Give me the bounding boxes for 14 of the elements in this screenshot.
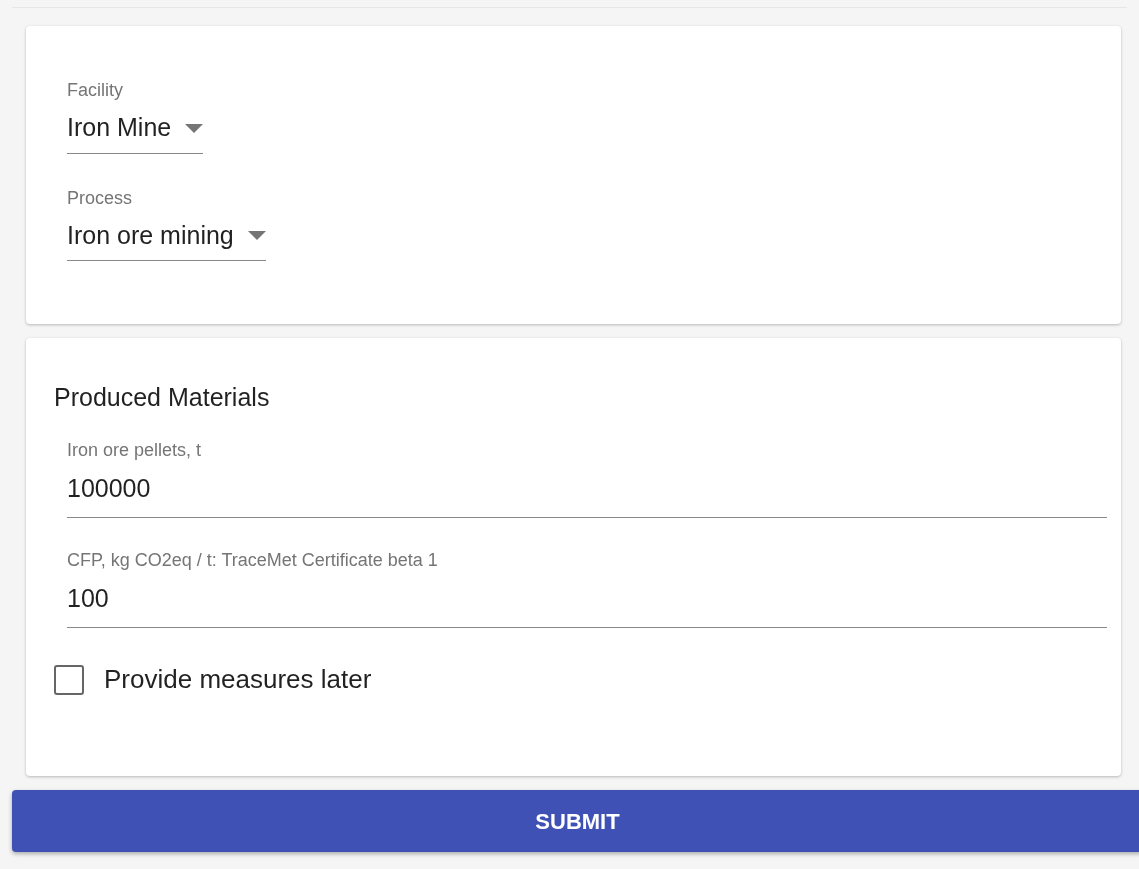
input-field[interactable]: 100000 xyxy=(67,469,1107,519)
checkbox-label: Provide measures later xyxy=(104,663,372,697)
caret-icon xyxy=(247,231,266,241)
submit-button[interactable]: SUBMIT xyxy=(12,790,1139,852)
checkbox[interactable] xyxy=(54,664,84,695)
section-title: Produced Materials xyxy=(54,382,271,412)
field-label: CFP, kg CO2eq / t: TraceMet Certificate beta 1 xyxy=(67,550,439,572)
dropdown-select[interactable]: Iron ore mining xyxy=(67,217,266,262)
field-label: Process xyxy=(67,187,134,210)
field-label: Facility xyxy=(67,80,124,102)
input-field[interactable]: 100 xyxy=(67,579,1107,629)
caret-icon xyxy=(185,123,204,133)
field-label: Iron ore pellets, t xyxy=(67,440,203,462)
dropdown-select[interactable]: Iron Mine xyxy=(67,109,204,154)
